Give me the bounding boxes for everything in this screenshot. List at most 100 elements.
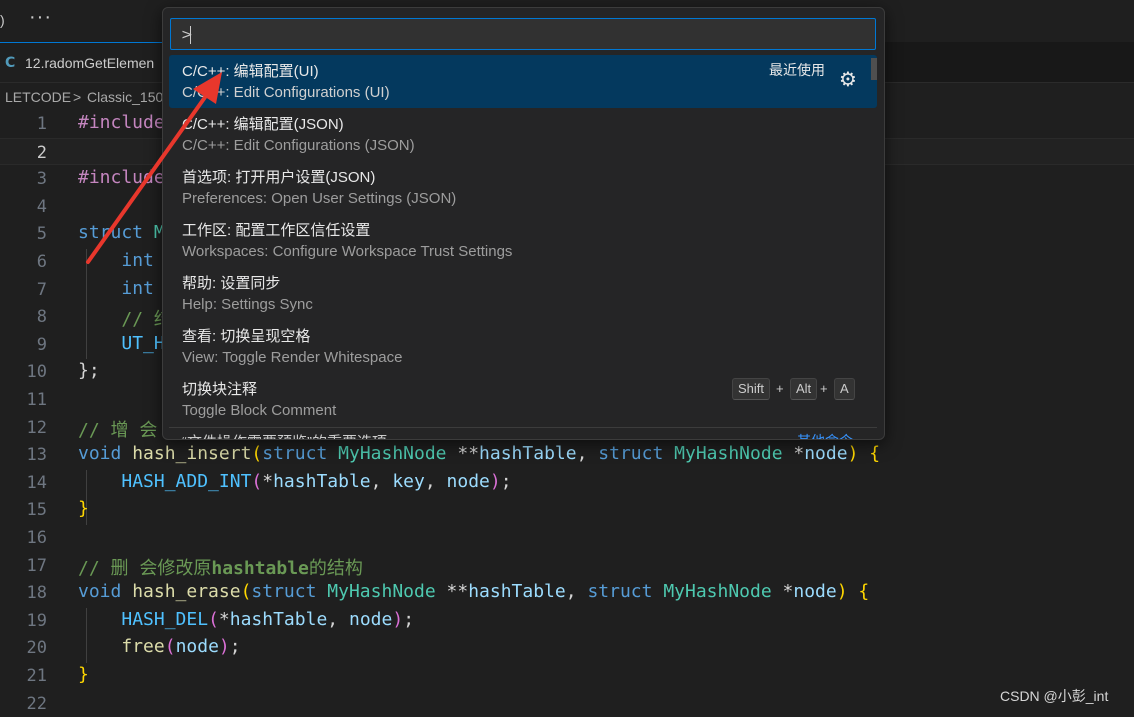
command-item-edit-config-ui[interactable]: C/C++: 编辑配置(UI) C/C++: Edit Configuratio… (169, 55, 877, 108)
command-item-toggle-whitespace[interactable]: 查看: 切换呈现空格 View: Toggle Render Whitespac… (169, 320, 877, 373)
code-token: UT_H (121, 332, 165, 354)
breadcrumb-folder[interactable]: Classic_150 (87, 89, 163, 105)
code-text: } (78, 498, 89, 520)
command-subtitle: Help: Settings Sync (182, 296, 313, 313)
code-text: #include (78, 112, 165, 133)
line-number: 5 (36, 224, 47, 245)
command-palette: > C/C++: 编辑配置(UI) C/C++: Edit Configurat… (162, 7, 885, 440)
command-subtitle: Workspaces: Configure Workspace Trust Se… (182, 243, 513, 260)
command-subtitle: View: Toggle Render Whitespace (182, 349, 403, 366)
recently-used-badge: 最近使用 (769, 62, 825, 78)
keybinding-plus: + (820, 381, 828, 396)
command-item-open-user-settings[interactable]: 首选项: 打开用户设置(JSON) Preferences: Open User… (169, 161, 877, 214)
code-text: void hash_insert(struct MyHashNode **has… (78, 443, 881, 465)
command-title: 查看: 切换呈现空格 (182, 328, 311, 345)
line-number: 2 (36, 142, 47, 163)
keybinding-key: Shift (732, 378, 771, 400)
keybinding-plus: + (776, 381, 784, 396)
palette-scrollbar[interactable] (871, 58, 877, 80)
code-line: 14 HASH_ADD_INT(*hashTable, key, node); (0, 469, 1134, 497)
gear-icon[interactable]: ⚙ (839, 67, 857, 91)
breadcrumb-separator: > (73, 89, 82, 105)
code-line: 20 free(node); (0, 634, 1134, 662)
command-title-partial[interactable]: “文件操作需要预览”的重要选项 (182, 431, 387, 439)
line-number: 8 (36, 307, 47, 328)
line-number: 14 (26, 472, 47, 493)
editor-tab[interactable]: C 12.radomGetElemen (0, 42, 170, 82)
command-item-workspace-trust[interactable]: 工作区: 配置工作区信任设置 Workspaces: Configure Wor… (169, 214, 877, 267)
line-number: 20 (26, 638, 47, 659)
command-subtitle: Toggle Block Comment (182, 402, 337, 419)
more-actions-icon[interactable]: ··· (29, 6, 52, 29)
code-line: 21 } (0, 662, 1134, 690)
keybinding-key: Alt (790, 378, 818, 400)
line-number: 7 (36, 279, 47, 300)
code-text: HASH_DEL(*hashTable, node); (121, 608, 415, 630)
line-number: 11 (26, 390, 47, 410)
command-title: C/C++: 编辑配置(UI) (182, 63, 319, 80)
line-number: 18 (26, 583, 47, 604)
code-token: int (121, 250, 154, 271)
code-line: 17 // 删 会修改原hashtable的结构 (0, 552, 1134, 580)
line-number: 12 (26, 417, 47, 438)
command-palette-input[interactable]: > (170, 18, 876, 50)
code-text: int (78, 250, 154, 271)
line-number: 17 (26, 555, 47, 576)
command-title: 帮助: 设置同步 (182, 275, 281, 292)
command-subtitle: Preferences: Open User Settings (JSON) (182, 190, 457, 207)
code-text: UT_H (78, 332, 165, 354)
code-line: 19 HASH_DEL(*hashTable, node); (0, 607, 1134, 635)
code-text: #include (78, 167, 165, 188)
line-number: 22 (26, 693, 47, 714)
code-token: #include (78, 167, 165, 189)
text-caret (190, 26, 191, 44)
line-number: 6 (36, 252, 47, 272)
line-number: 13 (26, 445, 47, 466)
line-number: 4 (36, 196, 47, 217)
code-token: struct (78, 222, 144, 244)
code-text: // 结 (78, 305, 172, 331)
line-number: 9 (36, 334, 47, 355)
line-number: 3 (36, 169, 47, 190)
command-subtitle: C/C++: Edit Configurations (JSON) (182, 137, 415, 154)
line-number: 21 (26, 666, 47, 686)
line-number: 16 (26, 528, 47, 548)
code-line: 13 void hash_insert(struct MyHashNode **… (0, 441, 1134, 469)
code-token: int (121, 277, 154, 299)
command-title: 切换块注释 (182, 381, 258, 398)
code-line: 18 void hash_erase(struct MyHashNode **h… (0, 579, 1134, 607)
code-token: // 增 会 (78, 419, 158, 441)
code-text: int (78, 278, 154, 299)
code-text: // 增 会 (78, 416, 157, 442)
code-token: #include (78, 112, 165, 133)
command-item-edit-config-json[interactable]: C/C++: 编辑配置(JSON) C/C++: Edit Configurat… (169, 108, 877, 161)
command-title: 工作区: 配置工作区信任设置 (182, 222, 371, 239)
breadcrumb-root[interactable]: LETCODE (5, 89, 71, 105)
code-text: }; (78, 360, 100, 382)
line-number: 1 (36, 114, 47, 134)
palette-divider (169, 427, 877, 428)
command-title: C/C++: 编辑配置(JSON) (182, 116, 344, 133)
watermark: CSDN @小彭_int (1000, 688, 1109, 704)
line-number: 10 (26, 362, 47, 383)
keybinding-key: A (834, 378, 855, 400)
command-subtitle: C/C++: Edit Configurations (UI) (182, 84, 390, 101)
code-text: struct M (78, 222, 165, 243)
line-number: 15 (26, 500, 47, 521)
command-title: 首选项: 打开用户设置(JSON) (182, 169, 376, 186)
c-file-icon: C (5, 55, 16, 71)
command-item-settings-sync[interactable]: 帮助: 设置同步 Help: Settings Sync (169, 267, 877, 320)
title-fragment: ) (0, 12, 5, 28)
command-item-toggle-block-comment[interactable]: 切换块注释 Toggle Block Comment Shift + Alt +… (169, 373, 877, 426)
code-text: free(node); (121, 636, 241, 658)
code-line: 15 } (0, 496, 1134, 524)
other-commands-link[interactable]: 其他命令 (797, 431, 853, 439)
code-text: } (78, 664, 89, 685)
code-line: 16 (0, 524, 1134, 552)
code-text: void hash_erase(struct MyHashNode **hash… (78, 581, 870, 603)
code-text: HASH_ADD_INT(*hashTable, key, node); (121, 470, 512, 492)
tab-label: 12.radomGetElemen (25, 55, 155, 71)
line-number: 19 (26, 610, 47, 631)
code-line: 22 (0, 690, 1134, 717)
code-text: // 删 会修改原hashtable的结构 (78, 557, 363, 579)
